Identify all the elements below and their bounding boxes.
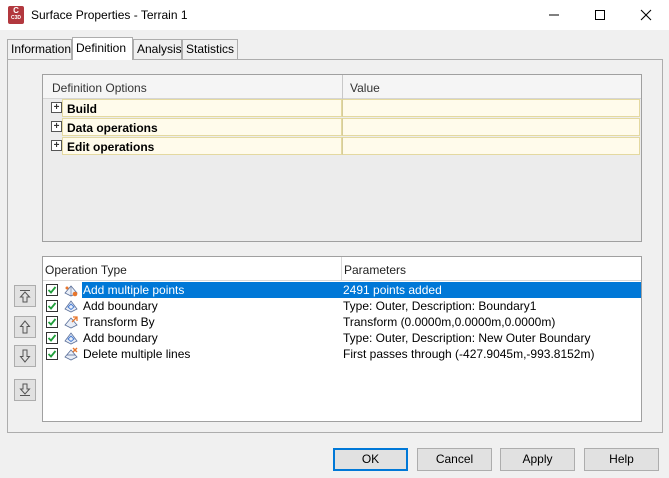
definition-options-header: Definition Options Value [43,75,641,99]
definition-value-edit-operations[interactable] [342,137,640,155]
definition-options-grid: Definition Options Value + Build + Data … [42,74,642,242]
operation-parameters: 2491 points added [343,283,442,297]
delete-lines-icon [64,347,78,361]
operation-row[interactable]: Add multiple points 2491 points added [43,282,641,298]
operation-type: Add boundary [83,331,158,345]
tab-statistics[interactable]: Statistics [182,39,238,59]
move-down-icon [19,349,31,363]
operation-type: Add boundary [83,299,158,313]
definition-label-edit-operations: Edit operations [62,137,342,155]
tab-information[interactable]: Information [7,39,72,59]
boundary-icon [64,332,78,345]
checkmark-icon [47,318,57,326]
points-icon [64,285,78,297]
operation-parameters: Type: Outer, Description: Boundary1 [343,299,537,313]
column-divider[interactable] [341,257,342,281]
ok-button[interactable]: OK [333,448,408,471]
move-to-top-icon [19,290,31,303]
maximize-button[interactable] [577,0,623,30]
title-bar: C C3D Surface Properties - Terrain 1 [0,0,669,30]
transform-icon [64,316,78,329]
operation-parameters: Transform (0.0000m,0.0000m,0.0000m) [343,315,556,329]
definition-row-edit-operations[interactable]: + Edit operations [43,137,641,155]
close-button[interactable] [623,0,669,30]
expand-plus-icon[interactable]: + [51,140,62,151]
apply-button[interactable]: Apply [500,448,575,471]
move-up-button[interactable] [14,316,36,338]
app-icon-letter: C [13,6,19,15]
definition-row-build[interactable]: + Build [43,99,641,117]
minimize-button[interactable] [531,0,577,30]
checkmark-icon [47,286,57,294]
column-header-definition-options[interactable]: Definition Options [52,81,147,95]
definition-row-data-operations[interactable]: + Data operations [43,118,641,136]
operation-parameters: First passes through (-427.9045m,-993.81… [343,347,595,361]
definition-value-data-operations[interactable] [342,118,640,136]
column-divider[interactable] [342,75,343,99]
operation-checkbox[interactable] [46,316,58,328]
operation-checkbox[interactable] [46,348,58,360]
help-button[interactable]: Help [584,448,659,471]
minimize-icon [549,14,559,16]
window-title: Surface Properties - Terrain 1 [31,8,188,22]
operation-checkbox[interactable] [46,284,58,296]
column-header-operation-type[interactable]: Operation Type [45,263,127,277]
definition-label-build: Build [62,99,342,117]
boundary-icon [64,300,78,313]
operation-checkbox[interactable] [46,332,58,344]
expand-plus-icon[interactable]: + [51,102,62,113]
operation-row[interactable]: Delete multiple lines First passes throu… [43,346,641,362]
move-to-bottom-icon [19,383,31,396]
move-up-icon [19,320,31,334]
operation-row[interactable]: Add boundary Type: Outer, Description: N… [43,330,641,346]
tab-strip: Information Definition Analysis Statisti… [0,30,669,60]
tab-analysis[interactable]: Analysis [133,39,182,59]
tab-definition[interactable]: Definition [72,37,133,60]
expand-plus-icon[interactable]: + [51,121,62,132]
move-to-top-button[interactable] [14,285,36,307]
app-icon-sub: C3D [10,15,21,21]
move-down-button[interactable] [14,345,36,367]
maximize-icon [595,10,605,20]
definition-label-data-operations: Data operations [62,118,342,136]
cancel-button[interactable]: Cancel [417,448,492,471]
operation-row[interactable]: Add boundary Type: Outer, Description: B… [43,298,641,314]
civil3d-app-icon: C C3D [8,6,24,24]
move-to-bottom-button[interactable] [14,379,36,401]
operation-checkbox[interactable] [46,300,58,312]
operations-list: Operation Type Parameters Add multiple p… [42,256,642,422]
checkmark-icon [47,302,57,310]
operation-parameters: Type: Outer, Description: New Outer Boun… [343,331,591,345]
definition-value-build[interactable] [342,99,640,117]
operation-type: Delete multiple lines [83,347,191,361]
operation-type: Transform By [83,315,155,329]
checkmark-icon [47,350,57,358]
column-header-parameters[interactable]: Parameters [344,263,406,277]
checkmark-icon [47,334,57,342]
column-header-value[interactable]: Value [350,81,380,95]
operations-header: Operation Type Parameters [43,257,641,281]
operation-row[interactable]: Transform By Transform (0.0000m,0.0000m,… [43,314,641,330]
close-icon [640,9,652,21]
operation-type: Add multiple points [83,283,185,297]
